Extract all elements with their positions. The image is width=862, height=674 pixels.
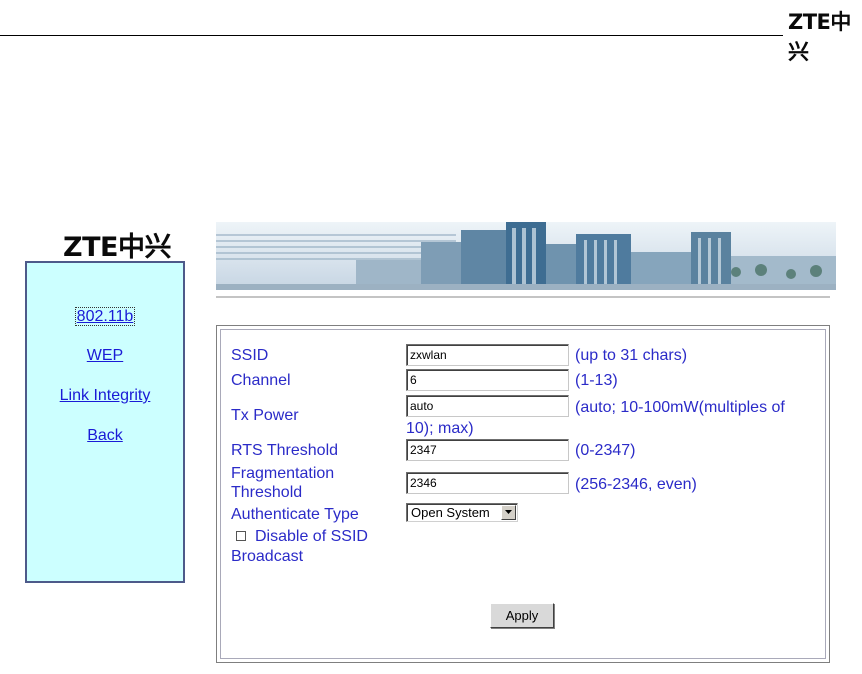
sidebar-item-back[interactable]: Back <box>27 427 183 445</box>
disable-ssid-broadcast-label: Disable of SSID <box>255 528 368 545</box>
header-divider <box>0 35 783 36</box>
channel-label: Channel <box>231 372 291 389</box>
fragmentation-threshold-label: Fragmentation <box>231 465 335 482</box>
fragmentation-threshold-input[interactable] <box>406 472 569 494</box>
rts-threshold-input[interactable] <box>406 439 569 461</box>
ssid-input[interactable] <box>406 344 569 366</box>
rts-threshold-label: RTS Threshold <box>231 442 339 459</box>
tx-power-label: Tx Power <box>231 407 299 424</box>
banner-divider <box>216 296 830 298</box>
apply-button[interactable]: Apply <box>490 603 554 628</box>
authenticate-type-label: Authenticate Type <box>231 506 359 523</box>
ssid-hint: (up to 31 chars) <box>575 347 688 364</box>
tx-power-hint: (auto; 10-100mW(multiples of <box>575 399 785 416</box>
fragmentation-threshold-hint: (256-2346, even) <box>575 476 697 493</box>
tx-power-hint-cont: 10); max) <box>406 420 474 437</box>
channel-input[interactable] <box>406 369 569 391</box>
chevron-down-icon[interactable] <box>501 505 516 520</box>
building-banner-image <box>216 222 836 290</box>
authenticate-type-value: Open System <box>411 505 490 520</box>
sidebar-zte-logo: ZTE中兴 <box>63 232 171 263</box>
disable-ssid-broadcast-label-cont: Broadcast <box>231 548 304 565</box>
sidebar-nav: 802.11b WEP Link Integrity Back <box>25 261 185 583</box>
sidebar-item-80211b[interactable]: 802.11b <box>27 307 183 326</box>
zte-logo: ZTE中兴 <box>788 10 851 64</box>
fragmentation-threshold-label-cont: Threshold <box>231 484 303 501</box>
sidebar-item-wep[interactable]: WEP <box>27 347 183 365</box>
tx-power-input[interactable] <box>406 395 569 417</box>
channel-hint: (1-13) <box>575 372 618 389</box>
disable-ssid-broadcast-checkbox[interactable] <box>236 531 246 541</box>
ssid-label: SSID <box>231 347 269 364</box>
rts-threshold-hint: (0-2347) <box>575 442 636 459</box>
authenticate-type-select[interactable]: Open System <box>406 503 518 522</box>
sidebar-item-link-integrity[interactable]: Link Integrity <box>27 387 183 405</box>
